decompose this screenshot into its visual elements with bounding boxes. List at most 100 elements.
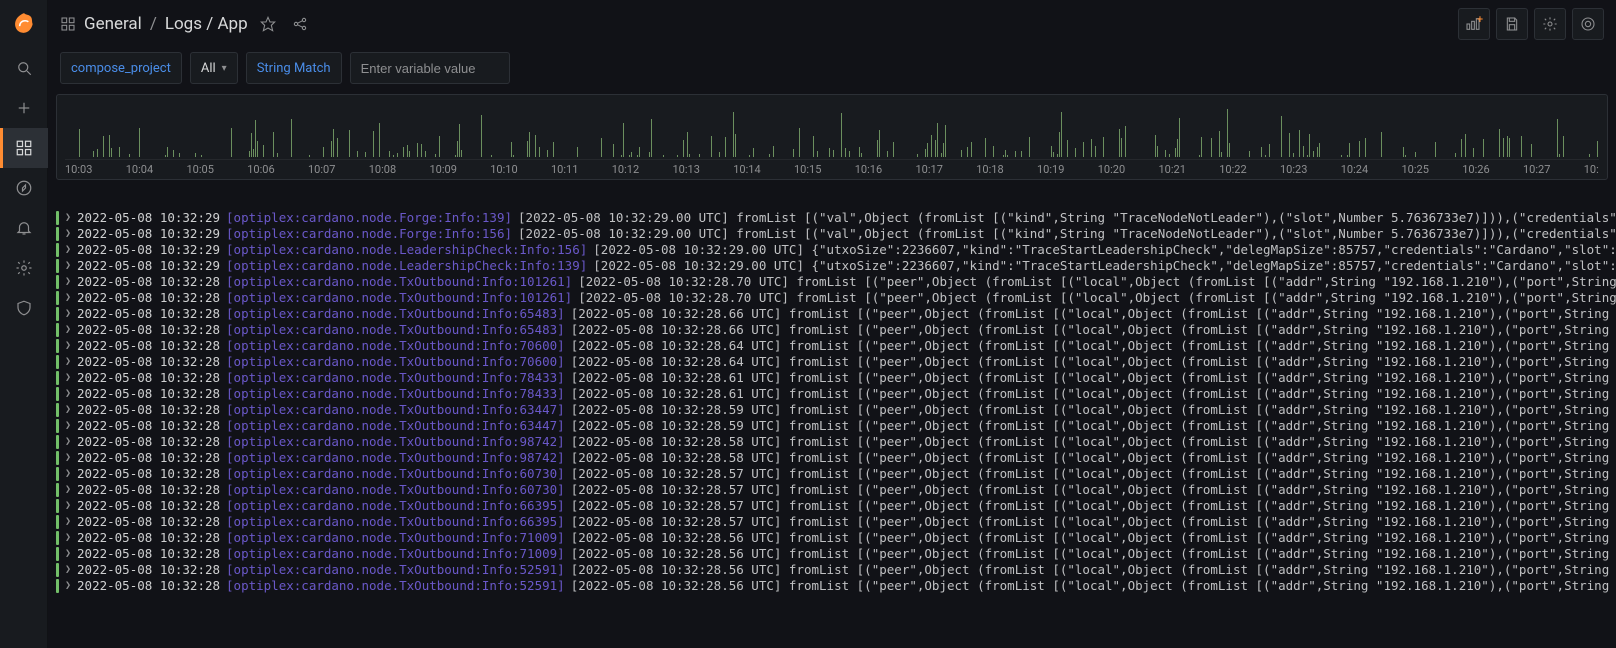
log-line[interactable]: ❯2022-05-08 10:32:28[optiplex:cardano.no… — [56, 306, 1616, 322]
chevron-right-icon[interactable]: ❯ — [65, 418, 71, 434]
grafana-logo[interactable] — [0, 0, 48, 48]
log-level-bar — [56, 275, 59, 289]
log-line[interactable]: ❯2022-05-08 10:32:28[optiplex:cardano.no… — [56, 322, 1616, 338]
xaxis-tick: 10:19 — [1037, 163, 1064, 177]
chevron-right-icon[interactable]: ❯ — [65, 562, 71, 578]
chevron-right-icon[interactable]: ❯ — [65, 354, 71, 370]
log-histogram-panel[interactable]: 10:0310:0410:0510:0610:0710:0810:0910:10… — [56, 94, 1608, 180]
log-line[interactable]: ❯2022-05-08 10:32:29[optiplex:cardano.no… — [56, 210, 1616, 226]
chevron-right-icon[interactable]: ❯ — [65, 290, 71, 306]
chevron-right-icon[interactable]: ❯ — [65, 242, 71, 258]
log-line[interactable]: ❯2022-05-08 10:32:28[optiplex:cardano.no… — [56, 514, 1616, 530]
log-line[interactable]: ❯2022-05-08 10:32:28[optiplex:cardano.no… — [56, 290, 1616, 306]
xaxis-tick: 10:11 — [551, 163, 578, 177]
chevron-right-icon[interactable]: ❯ — [65, 482, 71, 498]
chevron-right-icon[interactable]: ❯ — [65, 434, 71, 450]
chevron-right-icon[interactable]: ❯ — [65, 386, 71, 402]
xaxis-tick: 10:04 — [126, 163, 153, 177]
cycle-view-button[interactable] — [1572, 8, 1604, 40]
chevron-right-icon[interactable]: ❯ — [65, 210, 71, 226]
log-message: [2022-05-08 10:32:28.58 UTC] fromList [(… — [571, 434, 1616, 450]
log-line[interactable]: ❯2022-05-08 10:32:28[optiplex:cardano.no… — [56, 546, 1616, 562]
log-message: [2022-05-08 10:32:28.57 UTC] fromList [(… — [571, 498, 1616, 514]
xaxis-tick: 10:09 — [430, 163, 457, 177]
log-source: [optiplex:cardano.node.TxOutbound:Info:1… — [226, 274, 572, 290]
var-compose-project-select[interactable]: All ▾ — [190, 52, 238, 84]
log-message: [2022-05-08 10:32:28.57 UTC] fromList [(… — [571, 514, 1616, 530]
server-admin-icon[interactable] — [0, 288, 48, 328]
search-icon[interactable] — [0, 48, 48, 88]
dashboard-settings-button[interactable] — [1534, 8, 1566, 40]
chevron-right-icon[interactable]: ❯ — [65, 338, 71, 354]
log-line[interactable]: ❯2022-05-08 10:32:28[optiplex:cardano.no… — [56, 386, 1616, 402]
log-timestamp: 2022-05-08 10:32:28 — [77, 354, 220, 370]
share-icon[interactable] — [288, 12, 312, 36]
chevron-right-icon[interactable]: ❯ — [65, 322, 71, 338]
configuration-icon[interactable] — [0, 248, 48, 288]
chevron-right-icon[interactable]: ❯ — [65, 306, 71, 322]
breadcrumb-root[interactable]: General — [84, 14, 142, 34]
log-line[interactable]: ❯2022-05-08 10:32:28[optiplex:cardano.no… — [56, 530, 1616, 546]
xaxis-tick: 10: — [1584, 163, 1599, 177]
chevron-right-icon[interactable]: ❯ — [65, 546, 71, 562]
chevron-right-icon[interactable]: ❯ — [65, 274, 71, 290]
save-dashboard-button[interactable] — [1496, 8, 1528, 40]
plus-icon[interactable] — [0, 88, 48, 128]
log-timestamp: 2022-05-08 10:32:28 — [77, 418, 220, 434]
log-message: [2022-05-08 10:32:28.58 UTC] fromList [(… — [571, 450, 1616, 466]
topbar: General / Logs / App + — [48, 0, 1616, 48]
log-timestamp: 2022-05-08 10:32:28 — [77, 322, 220, 338]
chevron-right-icon[interactable]: ❯ — [65, 466, 71, 482]
log-line[interactable]: ❯2022-05-08 10:32:28[optiplex:cardano.no… — [56, 274, 1616, 290]
apps-grid-icon[interactable] — [60, 16, 76, 32]
chevron-right-icon[interactable]: ❯ — [65, 578, 71, 594]
alerting-icon[interactable] — [0, 208, 48, 248]
log-line[interactable]: ❯2022-05-08 10:32:29[optiplex:cardano.no… — [56, 226, 1616, 242]
log-source: [optiplex:cardano.node.LeadershipCheck:I… — [226, 242, 587, 258]
log-message: [2022-05-08 10:32:28.64 UTC] fromList [(… — [571, 354, 1616, 370]
log-source: [optiplex:cardano.node.Forge:Info:156] — [226, 226, 512, 242]
dashboards-icon[interactable] — [0, 128, 48, 168]
log-line[interactable]: ❯2022-05-08 10:32:28[optiplex:cardano.no… — [56, 434, 1616, 450]
log-line[interactable]: ❯2022-05-08 10:32:29[optiplex:cardano.no… — [56, 258, 1616, 274]
log-source: [optiplex:cardano.node.TxOutbound:Info:5… — [226, 578, 565, 594]
var-string-match-input[interactable] — [350, 52, 510, 84]
chevron-right-icon[interactable]: ❯ — [65, 370, 71, 386]
star-icon[interactable] — [256, 12, 280, 36]
log-line[interactable]: ❯2022-05-08 10:32:28[optiplex:cardano.no… — [56, 354, 1616, 370]
log-source: [optiplex:cardano.node.TxOutbound:Info:6… — [226, 306, 565, 322]
var-compose-project-label[interactable]: compose_project — [60, 52, 182, 84]
chevron-right-icon[interactable]: ❯ — [65, 530, 71, 546]
log-line[interactable]: ❯2022-05-08 10:32:29[optiplex:cardano.no… — [56, 242, 1616, 258]
log-message: [2022-05-08 10:32:28.66 UTC] fromList [(… — [571, 306, 1616, 322]
chevron-right-icon[interactable]: ❯ — [65, 450, 71, 466]
chevron-right-icon[interactable]: ❯ — [65, 258, 71, 274]
log-line[interactable]: ❯2022-05-08 10:32:28[optiplex:cardano.no… — [56, 402, 1616, 418]
log-level-bar — [56, 467, 59, 481]
log-line[interactable]: ❯2022-05-08 10:32:28[optiplex:cardano.no… — [56, 418, 1616, 434]
chevron-right-icon[interactable]: ❯ — [65, 402, 71, 418]
log-line[interactable]: ❯2022-05-08 10:32:28[optiplex:cardano.no… — [56, 370, 1616, 386]
chevron-right-icon[interactable]: ❯ — [65, 514, 71, 530]
log-line[interactable]: ❯2022-05-08 10:32:28[optiplex:cardano.no… — [56, 562, 1616, 578]
log-line[interactable]: ❯2022-05-08 10:32:28[optiplex:cardano.no… — [56, 466, 1616, 482]
log-timestamp: 2022-05-08 10:32:29 — [77, 258, 220, 274]
breadcrumb-current[interactable]: Logs / App — [165, 14, 248, 34]
log-line[interactable]: ❯2022-05-08 10:32:28[optiplex:cardano.no… — [56, 498, 1616, 514]
log-panel[interactable]: ❯ 2022-05-08 10:32:29 [optiplex:cardano.no… — [56, 196, 1616, 648]
log-line[interactable]: ❯2022-05-08 10:32:28[optiplex:cardano.no… — [56, 482, 1616, 498]
log-line[interactable]: ❯ 2022-05-08 10:32:28 [optiplex:cardano.no… — [56, 578, 1616, 594]
log-level-bar — [56, 339, 59, 353]
log-line[interactable]: ❯2022-05-08 10:32:28[optiplex:cardano.no… — [56, 450, 1616, 466]
log-level-bar — [56, 259, 59, 273]
xaxis-tick: 10:25 — [1402, 163, 1429, 177]
log-timestamp: 2022-05-08 10:32:28 — [77, 578, 220, 594]
add-panel-button[interactable]: + — [1458, 8, 1490, 40]
chevron-right-icon[interactable]: ❯ — [65, 226, 71, 242]
chevron-right-icon[interactable]: ❯ — [65, 498, 71, 514]
var-string-match-label[interactable]: String Match — [246, 52, 342, 84]
log-message: [2022-05-08 10:32:28.66 UTC] fromList [(… — [571, 322, 1616, 338]
explore-icon[interactable] — [0, 168, 48, 208]
log-line[interactable]: ❯2022-05-08 10:32:28[optiplex:cardano.no… — [56, 338, 1616, 354]
log-level-bar — [56, 515, 59, 529]
